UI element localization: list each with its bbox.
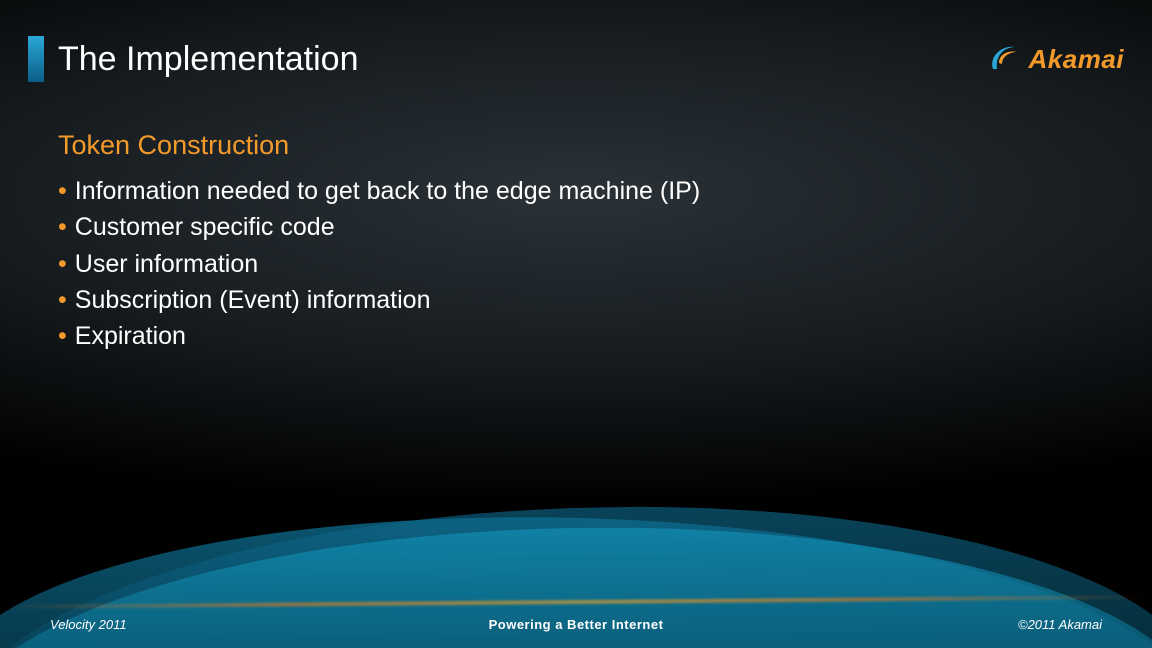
- bullet-text: User information: [75, 246, 258, 282]
- title-accent-bar: [28, 36, 44, 82]
- footer-left: Velocity 2011: [50, 617, 250, 632]
- bullet-text: Customer specific code: [75, 209, 335, 245]
- bullet-item: Customer specific code: [58, 209, 1092, 245]
- bullet-list: Information needed to get back to the ed…: [58, 173, 1092, 354]
- akamai-swoosh-icon: [987, 43, 1023, 75]
- footer-center: Powering a Better Internet: [250, 617, 902, 632]
- bullet-text: Expiration: [75, 318, 186, 354]
- bullet-text: Information needed to get back to the ed…: [75, 173, 700, 209]
- slide-body: Token Construction Information needed to…: [58, 130, 1092, 354]
- bullet-item: Expiration: [58, 318, 1092, 354]
- slide-title: The Implementation: [58, 40, 359, 79]
- bullet-item: User information: [58, 246, 1092, 282]
- footer-right: ©2011 Akamai: [902, 617, 1102, 632]
- brand-logo: Akamai: [987, 43, 1125, 75]
- bullet-item: Information needed to get back to the ed…: [58, 173, 1092, 209]
- slide-footer: Velocity 2011 Powering a Better Internet…: [0, 617, 1152, 632]
- brand-logo-text: Akamai: [1029, 44, 1125, 75]
- section-heading: Token Construction: [58, 130, 1092, 161]
- bullet-text: Subscription (Event) information: [75, 282, 431, 318]
- title-left: The Implementation: [28, 36, 359, 82]
- bullet-item: Subscription (Event) information: [58, 282, 1092, 318]
- title-row: The Implementation Akamai: [28, 36, 1124, 82]
